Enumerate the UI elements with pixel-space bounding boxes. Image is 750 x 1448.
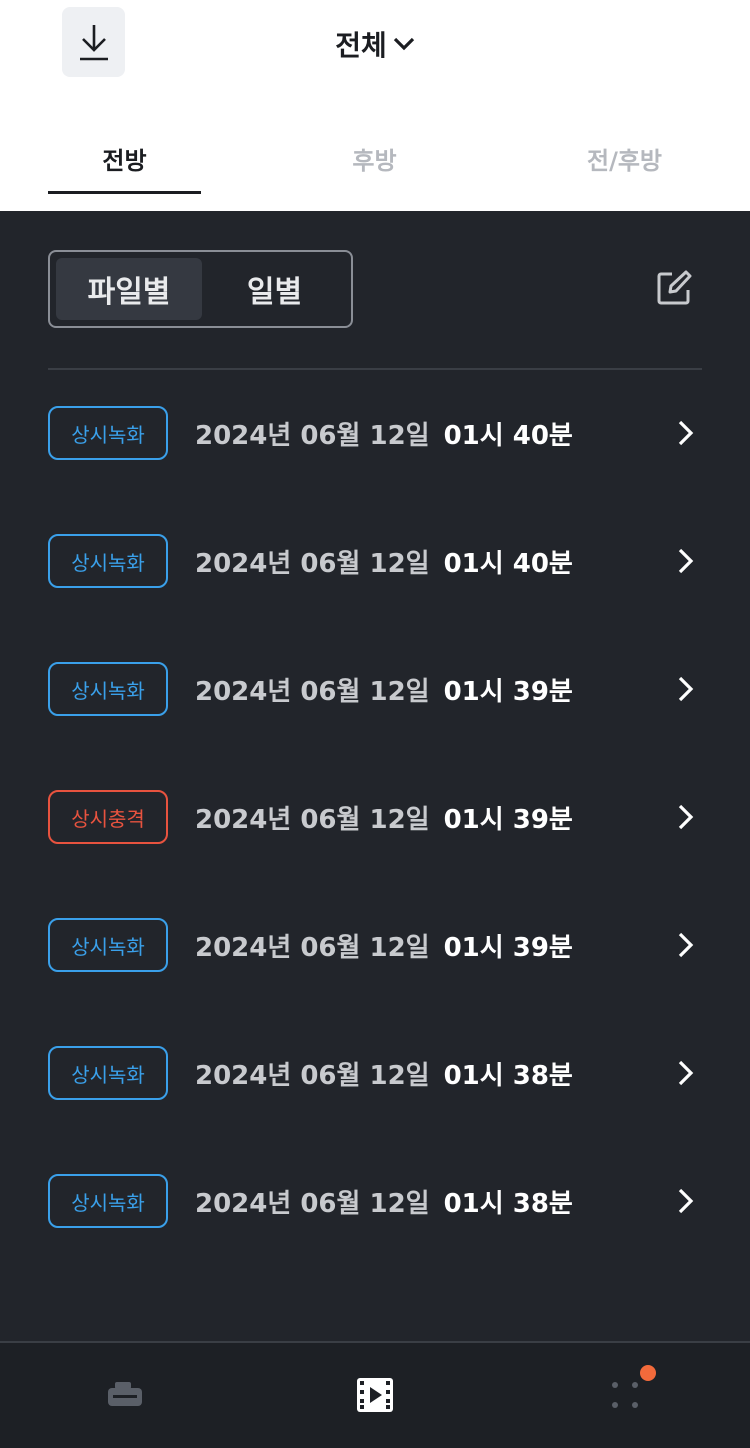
active-tab-indicator bbox=[48, 191, 201, 194]
dashcam-icon bbox=[108, 1382, 142, 1406]
recording-time: 01시 39분 bbox=[443, 804, 573, 835]
status-badge: 상시충격 bbox=[48, 790, 168, 844]
recording-datetime: 2024년 06월 12일 01시 40분 bbox=[195, 400, 573, 466]
recording-time: 01시 40분 bbox=[443, 548, 573, 579]
recording-date: 2024년 06월 12일 bbox=[195, 932, 430, 963]
list-item[interactable]: 상시충격 2024년 06월 12일 01시 39분 bbox=[0, 784, 750, 850]
recording-datetime: 2024년 06월 12일 01시 40분 bbox=[195, 528, 573, 594]
nav-dashcam[interactable] bbox=[103, 1373, 147, 1417]
top-header: 전체 전방 후방 전/후방 bbox=[0, 0, 750, 211]
list-item[interactable]: 상시녹화 2024년 06월 12일 01시 38분 bbox=[0, 1168, 750, 1234]
nav-more[interactable] bbox=[603, 1373, 647, 1417]
recording-time: 01시 39분 bbox=[443, 676, 573, 707]
bottom-nav bbox=[0, 1343, 750, 1448]
nav-video[interactable] bbox=[353, 1373, 397, 1417]
recording-date: 2024년 06월 12일 bbox=[195, 676, 430, 707]
recording-datetime: 2024년 06월 12일 01시 39분 bbox=[195, 784, 573, 850]
recording-date: 2024년 06월 12일 bbox=[195, 804, 430, 835]
status-badge: 상시녹화 bbox=[48, 1046, 168, 1100]
list-item[interactable]: 상시녹화 2024년 06월 12일 01시 39분 bbox=[0, 656, 750, 722]
chevron-right-icon bbox=[678, 548, 694, 574]
recording-date: 2024년 06월 12일 bbox=[195, 420, 430, 451]
recording-datetime: 2024년 06월 12일 01시 39분 bbox=[195, 912, 573, 978]
chevron-right-icon bbox=[678, 1188, 694, 1214]
tab-rear[interactable]: 후방 bbox=[298, 130, 451, 186]
list-item[interactable]: 상시녹화 2024년 06월 12일 01시 39분 bbox=[0, 912, 750, 978]
video-icon bbox=[357, 1378, 393, 1412]
recording-time: 01시 38분 bbox=[443, 1060, 573, 1091]
page-title: 전체 bbox=[335, 29, 387, 62]
tab-front[interactable]: 전방 bbox=[48, 130, 201, 186]
notification-dot bbox=[640, 1365, 656, 1381]
list-item[interactable]: 상시녹화 2024년 06월 12일 01시 40분 bbox=[0, 400, 750, 466]
list-item[interactable]: 상시녹화 2024년 06월 12일 01시 40분 bbox=[0, 528, 750, 594]
chevron-right-icon bbox=[678, 420, 694, 446]
list-item[interactable]: 상시녹화 2024년 06월 12일 01시 38분 bbox=[0, 1040, 750, 1106]
recording-time: 01시 40분 bbox=[443, 420, 573, 451]
camera-filter-dropdown[interactable]: 전체 bbox=[0, 22, 750, 66]
segment-by-file[interactable]: 파일별 bbox=[56, 258, 202, 320]
recording-datetime: 2024년 06월 12일 01시 38분 bbox=[195, 1040, 573, 1106]
status-badge: 상시녹화 bbox=[48, 1174, 168, 1228]
segment-by-day[interactable]: 일별 bbox=[202, 258, 347, 320]
recording-time: 01시 39분 bbox=[443, 932, 573, 963]
recording-time: 01시 38분 bbox=[443, 1188, 573, 1219]
status-badge: 상시녹화 bbox=[48, 662, 168, 716]
camera-tabs: 전방 후방 전/후방 bbox=[0, 130, 750, 194]
more-dots-icon bbox=[612, 1382, 638, 1408]
tab-front-rear[interactable]: 전/후방 bbox=[548, 130, 701, 186]
recording-date: 2024년 06월 12일 bbox=[195, 1188, 430, 1219]
chevron-right-icon bbox=[678, 804, 694, 830]
status-badge: 상시녹화 bbox=[48, 406, 168, 460]
chevron-right-icon bbox=[678, 1060, 694, 1086]
edit-icon[interactable] bbox=[656, 270, 692, 306]
chevron-right-icon bbox=[678, 676, 694, 702]
recording-datetime: 2024년 06월 12일 01시 38분 bbox=[195, 1168, 573, 1234]
recording-date: 2024년 06월 12일 bbox=[195, 1060, 430, 1091]
chevron-down-icon bbox=[393, 37, 414, 51]
view-mode-segment: 파일별 일별 bbox=[48, 250, 353, 328]
list-divider bbox=[48, 368, 702, 370]
chevron-right-icon bbox=[678, 932, 694, 958]
recording-datetime: 2024년 06월 12일 01시 39분 bbox=[195, 656, 573, 722]
status-badge: 상시녹화 bbox=[48, 918, 168, 972]
status-badge: 상시녹화 bbox=[48, 534, 168, 588]
recording-date: 2024년 06월 12일 bbox=[195, 548, 430, 579]
